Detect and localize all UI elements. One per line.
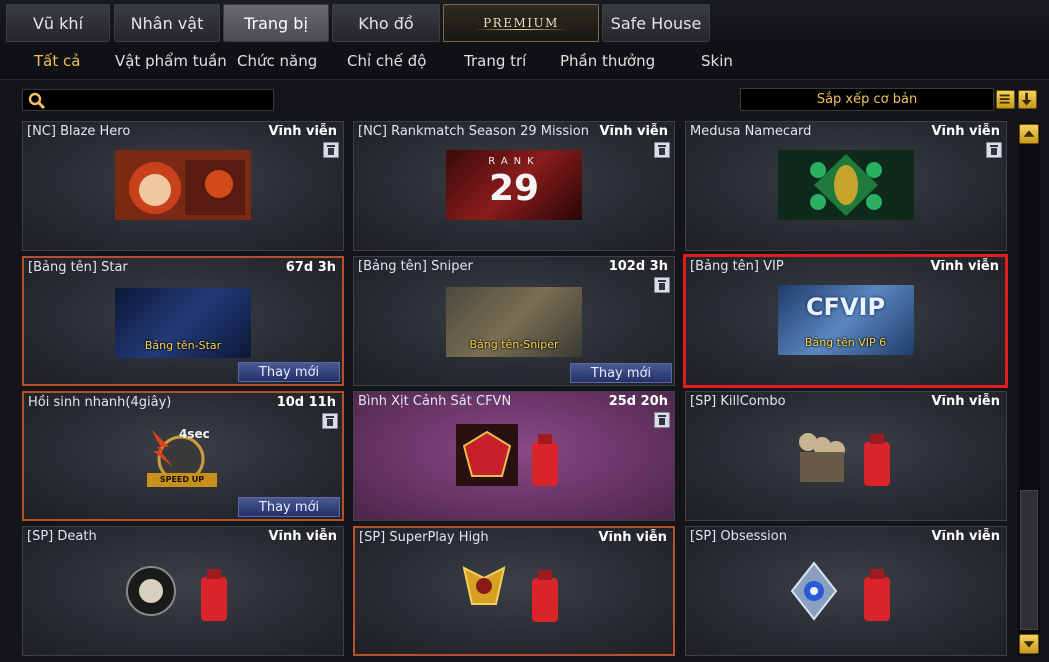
item-name: [NC] Rankmatch Season 29 Mission bbox=[358, 124, 589, 139]
superplay-high-spray-thumbnail bbox=[462, 566, 558, 622]
arrow-down-icon bbox=[1023, 641, 1035, 648]
subtab-mode-only[interactable]: Chỉ chế độ bbox=[347, 52, 426, 70]
item-card[interactable]: Medusa Namecard Vĩnh viễn bbox=[685, 121, 1007, 251]
obsession-spray-thumbnail bbox=[790, 561, 890, 621]
top-tab-bar: Vũ khí Nhân vật Trang bị Kho đồ PREMIUM … bbox=[0, 0, 1049, 44]
item-card[interactable]: [SP] Death Vĩnh viễn bbox=[22, 526, 344, 656]
tab-inventory[interactable]: Kho đồ bbox=[332, 4, 440, 42]
item-name: [NC] Blaze Hero bbox=[27, 124, 131, 139]
trash-icon[interactable] bbox=[654, 412, 670, 428]
thumb-label: Bảng tên VIP 6 bbox=[804, 336, 887, 349]
subtab-decoration[interactable]: Trang trí bbox=[464, 52, 526, 70]
item-name: [Bảng tên] Star bbox=[28, 260, 128, 275]
sub-tab-bar: Tất cả Vật phẩm tuần Chức năng Chỉ chế đ… bbox=[0, 44, 1049, 80]
thumb-rank-text: RANK bbox=[488, 156, 540, 167]
item-duration: 67d 3h bbox=[285, 260, 336, 275]
magnifier-icon bbox=[28, 92, 46, 110]
item-name: [Bảng tên] VIP bbox=[690, 259, 784, 274]
death-spray-thumbnail bbox=[126, 566, 227, 621]
list-icon bbox=[999, 94, 1010, 104]
item-duration: Vĩnh viễn bbox=[931, 394, 1000, 409]
replace-button[interactable]: Thay mới bbox=[570, 363, 672, 383]
item-duration: 25d 20h bbox=[608, 394, 668, 409]
tab-characters[interactable]: Nhân vật bbox=[114, 4, 220, 42]
scroll-up-button[interactable] bbox=[1019, 124, 1039, 144]
subtab-skin[interactable]: Skin bbox=[701, 52, 733, 70]
thumb-label: SPEED UP bbox=[159, 475, 205, 484]
tab-safe-house[interactable]: Safe House bbox=[602, 4, 710, 42]
tab-equipment[interactable]: Trang bị bbox=[223, 4, 329, 42]
thumb-vip-text: CFVIP bbox=[805, 293, 886, 321]
item-duration: Vĩnh viễn bbox=[599, 124, 668, 139]
scroll-down-button[interactable] bbox=[1019, 634, 1039, 654]
item-name: [Bảng tên] Sniper bbox=[358, 259, 473, 274]
item-duration: Vĩnh viễn bbox=[931, 529, 1000, 544]
replace-button[interactable]: Thay mới bbox=[238, 362, 340, 382]
thumb-rank-number: 29 bbox=[488, 168, 540, 209]
search-box[interactable] bbox=[22, 89, 274, 111]
blaze-hero-thumbnail bbox=[115, 150, 251, 220]
police-spray-thumbnail bbox=[456, 424, 558, 486]
item-card-selected[interactable]: [Bảng tên] VIP Vĩnh viễn CFVIP Bảng tên … bbox=[683, 254, 1008, 388]
arrow-down-icon bbox=[1021, 92, 1032, 106]
sniper-nametag-thumbnail: Bảng tên-Sniper bbox=[446, 287, 582, 357]
medusa-namecard-thumbnail bbox=[778, 150, 914, 220]
item-card[interactable]: [Bảng tên] Sniper 102d 3h Bảng tên-Snipe… bbox=[353, 256, 675, 386]
trash-icon[interactable] bbox=[654, 277, 670, 293]
vip-nametag-thumbnail: CFVIP Bảng tên VIP 6 bbox=[777, 285, 914, 355]
replace-button[interactable]: Thay mới bbox=[238, 497, 340, 517]
subtab-weekly-items[interactable]: Vật phẩm tuần bbox=[115, 52, 227, 70]
trash-icon[interactable] bbox=[654, 142, 670, 158]
item-card[interactable]: [SP] SuperPlay High Vĩnh viễn bbox=[353, 526, 675, 656]
search-input[interactable] bbox=[51, 91, 269, 109]
item-duration: 102d 3h bbox=[608, 259, 668, 274]
item-name: [SP] Obsession bbox=[690, 529, 787, 544]
speed-up-thumbnail: 4sec SPEED UP bbox=[143, 423, 223, 493]
item-duration: Vĩnh viễn bbox=[931, 124, 1000, 139]
item-card[interactable]: [Bảng tên] Star 67d 3h Bảng tên-Star Tha… bbox=[22, 256, 344, 386]
subtab-function[interactable]: Chức năng bbox=[237, 52, 317, 70]
trash-icon[interactable] bbox=[322, 413, 338, 429]
trash-icon[interactable] bbox=[986, 142, 1002, 158]
item-name: [SP] SuperPlay High bbox=[359, 530, 489, 545]
item-name: Bình Xịt Cảnh Sát CFVN bbox=[358, 394, 512, 409]
arrow-up-icon bbox=[1023, 130, 1035, 137]
killcombo-spray-thumbnail bbox=[799, 433, 890, 486]
item-name: Hồi sinh nhanh(4giây) bbox=[28, 395, 172, 410]
item-card[interactable]: Bình Xịt Cảnh Sát CFVN 25d 20h bbox=[353, 391, 675, 521]
sort-label: Sắp xếp cơ bản bbox=[816, 92, 918, 107]
sort-direction-button[interactable] bbox=[1018, 90, 1037, 109]
item-name: [SP] Death bbox=[27, 529, 97, 544]
item-name: [SP] KillCombo bbox=[690, 394, 786, 409]
star-nametag-thumbnail: Bảng tên-Star bbox=[115, 288, 251, 358]
scrollbar[interactable] bbox=[1018, 122, 1040, 656]
item-duration: Vĩnh viễn bbox=[268, 124, 337, 139]
subtab-rewards[interactable]: Phần thưởng bbox=[560, 52, 655, 70]
item-card[interactable]: Hồi sinh nhanh(4giây) 10d 11h 4sec SPEED… bbox=[22, 391, 344, 521]
item-card[interactable]: [SP] Obsession Vĩnh viễn bbox=[685, 526, 1007, 656]
sort-dropdown[interactable]: Sắp xếp cơ bản bbox=[740, 88, 994, 111]
item-duration: Vĩnh viễn bbox=[598, 530, 667, 545]
thumb-label: Bảng tên-Sniper bbox=[469, 338, 559, 351]
item-card[interactable]: [SP] KillCombo Vĩnh viễn bbox=[685, 391, 1007, 521]
subtab-all[interactable]: Tất cả bbox=[34, 52, 80, 70]
trash-icon[interactable] bbox=[323, 142, 339, 158]
item-duration: Vĩnh viễn bbox=[930, 259, 999, 274]
scroll-thumb[interactable] bbox=[1020, 490, 1038, 630]
tab-weapons[interactable]: Vũ khí bbox=[6, 4, 110, 42]
sort-list-button[interactable] bbox=[996, 90, 1015, 109]
item-card[interactable]: [NC] Rankmatch Season 29 Mission Vĩnh vi… bbox=[353, 121, 675, 251]
item-card[interactable]: [NC] Blaze Hero Vĩnh viễn bbox=[22, 121, 344, 251]
thumb-label: Bảng tên-Star bbox=[144, 339, 222, 352]
item-name: Medusa Namecard bbox=[690, 124, 812, 139]
thumb-sec-text: 4sec bbox=[179, 427, 210, 441]
item-duration: Vĩnh viễn bbox=[268, 529, 337, 544]
rank-29-thumbnail: RANK 29 bbox=[446, 150, 582, 220]
item-duration: 10d 11h bbox=[276, 395, 336, 410]
tab-premium[interactable]: PREMIUM bbox=[443, 4, 599, 42]
